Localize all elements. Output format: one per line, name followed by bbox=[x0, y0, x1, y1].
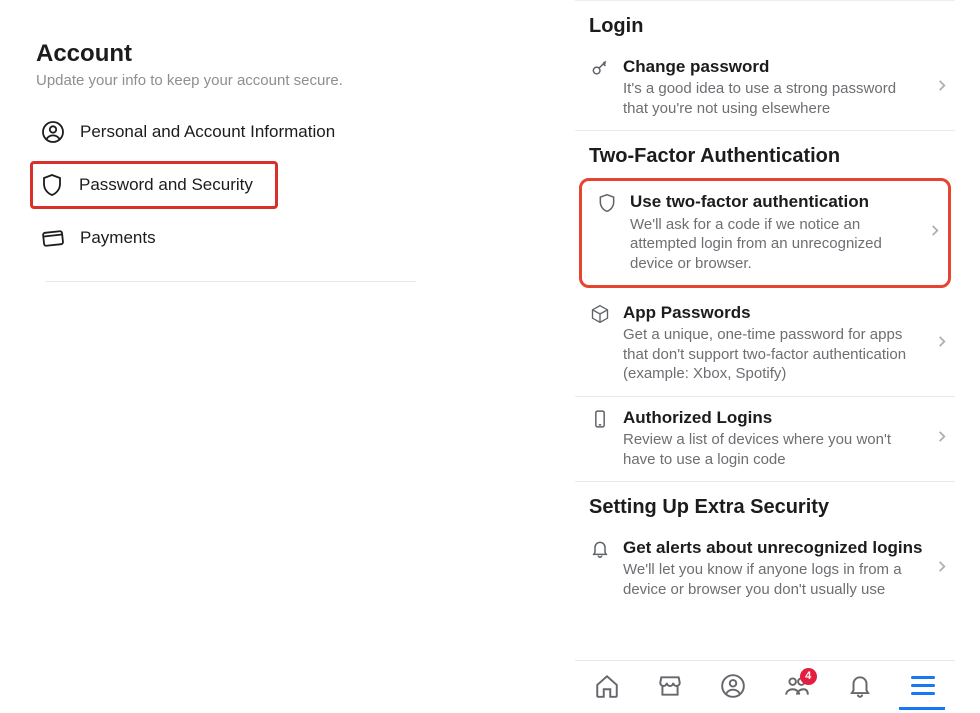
row-subtitle: It's a good idea to use a strong passwor… bbox=[623, 79, 925, 118]
nav-home[interactable] bbox=[587, 666, 627, 706]
card-icon bbox=[40, 225, 66, 251]
account-item-label: Password and Security bbox=[79, 175, 253, 195]
row-title: Get alerts about unrecognized logins bbox=[623, 537, 925, 558]
shield-outline-icon bbox=[594, 191, 620, 213]
row-subtitle: We'll ask for a code if we notice an att… bbox=[630, 215, 918, 274]
row-title: Use two-factor authentication bbox=[630, 191, 918, 212]
nav-notifications[interactable] bbox=[840, 666, 880, 706]
row-login-alerts[interactable]: Get alerts about unrecognized logins We'… bbox=[575, 527, 955, 611]
cube-icon bbox=[587, 302, 613, 324]
active-tab-indicator bbox=[899, 707, 945, 710]
bell-icon bbox=[587, 537, 613, 559]
chevron-right-icon bbox=[935, 334, 949, 353]
nav-marketplace[interactable] bbox=[650, 666, 690, 706]
account-item-label: Payments bbox=[80, 228, 156, 248]
chevron-right-icon bbox=[935, 79, 949, 98]
row-title: Authorized Logins bbox=[623, 407, 925, 428]
account-item-personal[interactable]: Personal and Account Information bbox=[36, 107, 400, 157]
row-title: Change password bbox=[623, 56, 925, 77]
divider bbox=[46, 281, 416, 282]
nav-badge: 4 bbox=[800, 668, 817, 685]
row-subtitle: Get a unique, one-time password for apps… bbox=[623, 325, 925, 384]
bottom-nav: 4 bbox=[575, 660, 955, 710]
chevron-right-icon bbox=[928, 224, 942, 243]
account-item-label: Personal and Account Information bbox=[80, 122, 335, 142]
phone-icon bbox=[587, 407, 613, 429]
security-settings-panel: Login Change password It's a good idea t… bbox=[575, 0, 955, 660]
account-heading: Account bbox=[36, 40, 400, 68]
section-login-title: Login bbox=[575, 1, 955, 46]
nav-groups[interactable]: 4 bbox=[777, 666, 817, 706]
section-extra-security-title: Setting Up Extra Security bbox=[575, 482, 955, 527]
key-icon bbox=[587, 56, 613, 78]
nav-profile[interactable] bbox=[713, 666, 753, 706]
shield-icon bbox=[39, 172, 65, 198]
user-circle-icon bbox=[40, 119, 66, 145]
row-subtitle: We'll let you know if anyone logs in fro… bbox=[623, 560, 925, 599]
row-use-2fa[interactable]: Use two-factor authentication We'll ask … bbox=[579, 178, 951, 288]
nav-menu[interactable] bbox=[903, 666, 943, 706]
row-app-passwords[interactable]: App Passwords Get a unique, one-time pas… bbox=[575, 292, 955, 397]
row-subtitle: Review a list of devices where you won't… bbox=[623, 430, 925, 469]
row-title: App Passwords bbox=[623, 302, 925, 323]
account-subtitle: Update your info to keep your account se… bbox=[36, 72, 400, 89]
account-item-password-security[interactable]: Password and Security bbox=[30, 161, 278, 209]
account-item-payments[interactable]: Payments bbox=[36, 213, 400, 263]
hamburger-icon bbox=[911, 676, 935, 695]
section-2fa-title: Two-Factor Authentication bbox=[575, 131, 955, 176]
account-panel: Account Update your info to keep your ac… bbox=[0, 0, 430, 713]
row-authorized-logins[interactable]: Authorized Logins Review a list of devic… bbox=[575, 397, 955, 482]
row-change-password[interactable]: Change password It's a good idea to use … bbox=[575, 46, 955, 131]
chevron-right-icon bbox=[935, 560, 949, 579]
chevron-right-icon bbox=[935, 429, 949, 448]
